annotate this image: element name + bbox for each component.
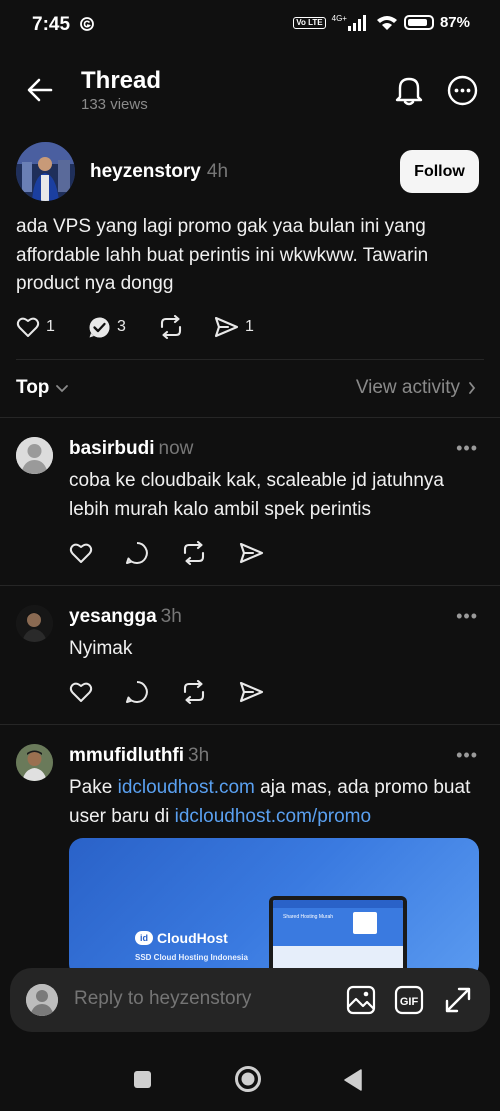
divider bbox=[0, 417, 500, 418]
system-nav-bar bbox=[0, 1040, 500, 1111]
link-preview-image[interactable]: id CloudHost SSD Cloud Hosting Indonesia… bbox=[69, 838, 479, 978]
share-button[interactable]: 1 bbox=[214, 316, 254, 338]
reply-author[interactable]: basirbudi now bbox=[69, 438, 193, 460]
repost-icon[interactable] bbox=[181, 680, 207, 704]
volte-indicator: Vo LTE bbox=[293, 16, 326, 29]
view-activity-link[interactable]: View activity bbox=[356, 377, 476, 399]
reply-time: 3h bbox=[188, 745, 210, 766]
reply-author-name[interactable]: yesangga bbox=[69, 606, 157, 627]
post-time: 4h bbox=[206, 161, 229, 182]
post-author-name[interactable]: heyzenstory bbox=[90, 161, 201, 182]
back-button[interactable] bbox=[343, 1069, 363, 1091]
post-author[interactable]: heyzenstory 4h bbox=[90, 161, 228, 183]
heart-icon bbox=[16, 317, 40, 337]
bell-icon[interactable] bbox=[394, 74, 424, 106]
reply-input[interactable] bbox=[74, 988, 334, 1010]
reply-author-name[interactable]: mmufidluthfi bbox=[69, 745, 184, 766]
reply-actions bbox=[69, 680, 264, 704]
reply-count: 3 bbox=[117, 318, 126, 335]
reply-avatar[interactable] bbox=[16, 744, 53, 781]
comment-icon[interactable] bbox=[125, 680, 149, 704]
sort-dropdown[interactable]: Top bbox=[16, 377, 69, 399]
reply-text-prefix: Pake bbox=[69, 777, 118, 798]
post-text: ada VPS yang lagi promo gak yaa bulan in… bbox=[16, 216, 429, 294]
battery-percent: 87% bbox=[439, 14, 470, 31]
reply-text: Pake idcloudhost.com aja mas, ada promo … bbox=[69, 774, 489, 831]
preview-tagline: SSD Cloud Hosting Indonesia bbox=[135, 953, 248, 962]
reply-more-icon[interactable]: ••• bbox=[456, 606, 478, 627]
link-idcloudhost-promo[interactable]: idcloudhost.com/promo bbox=[175, 806, 371, 827]
like-button[interactable]: 1 bbox=[16, 316, 88, 338]
user-avatar bbox=[26, 984, 58, 1016]
recents-button[interactable] bbox=[133, 1070, 152, 1089]
preview-brand: CloudHost bbox=[157, 930, 228, 946]
image-icon[interactable] bbox=[346, 985, 376, 1015]
back-arrow-icon[interactable] bbox=[26, 76, 54, 104]
battery-icon bbox=[403, 15, 434, 30]
page-title: Thread bbox=[81, 67, 162, 94]
repost-icon[interactable] bbox=[181, 541, 207, 565]
comment-icon[interactable] bbox=[125, 541, 149, 565]
reply-more-icon[interactable]: ••• bbox=[456, 745, 478, 766]
repost-icon bbox=[160, 315, 182, 339]
reply-time: now bbox=[158, 438, 194, 459]
expand-icon[interactable] bbox=[443, 985, 473, 1015]
reply-bubble-icon bbox=[89, 317, 110, 338]
reply-actions bbox=[69, 541, 264, 565]
author-avatar[interactable] bbox=[16, 142, 75, 201]
follow-button[interactable]: Follow bbox=[400, 150, 479, 193]
cloudhost-logo: id CloudHost bbox=[135, 930, 228, 946]
gif-icon[interactable]: GIF bbox=[394, 985, 424, 1015]
like-count: 1 bbox=[46, 318, 55, 335]
divider bbox=[0, 585, 500, 586]
reply-text: Nyimak bbox=[69, 638, 133, 659]
send-icon bbox=[214, 316, 239, 338]
signal-icon: 4G+ bbox=[331, 13, 370, 31]
laptop-screen: Shared Hosting Murah bbox=[269, 896, 407, 978]
heart-icon[interactable] bbox=[69, 681, 93, 703]
heart-icon[interactable] bbox=[69, 542, 93, 564]
more-options-icon[interactable] bbox=[447, 75, 478, 106]
repost-button[interactable] bbox=[158, 315, 214, 339]
status-time: 7:45 bbox=[32, 14, 71, 35]
status-right: Vo LTE 4G+ 87% bbox=[293, 14, 470, 31]
link-idcloudhost[interactable]: idcloudhost.com bbox=[118, 777, 255, 798]
reply-button[interactable]: 3 bbox=[88, 316, 158, 339]
send-icon[interactable] bbox=[239, 681, 264, 703]
threads-notification-icon bbox=[79, 16, 95, 32]
divider bbox=[16, 359, 484, 360]
chevron-right-icon bbox=[469, 382, 476, 394]
reply-author[interactable]: yesangga 3h bbox=[69, 606, 182, 628]
sort-label: Top bbox=[16, 377, 50, 398]
reply-time: 3h bbox=[160, 606, 182, 627]
reply-text: coba ke cloudbaik kak, scaleable jd jatu… bbox=[69, 470, 444, 520]
share-count: 1 bbox=[245, 318, 254, 335]
chevron-down-icon bbox=[56, 384, 69, 392]
send-icon[interactable] bbox=[239, 542, 264, 564]
network-type: 4G+ bbox=[331, 13, 347, 23]
home-button[interactable] bbox=[234, 1065, 262, 1093]
reply-composer: GIF bbox=[10, 968, 490, 1032]
view-activity-label: View activity bbox=[355, 377, 460, 398]
view-count: 133 views bbox=[81, 96, 148, 113]
reply-author-name[interactable]: basirbudi bbox=[69, 438, 155, 459]
reply-avatar[interactable] bbox=[16, 605, 53, 642]
svg-text:GIF: GIF bbox=[400, 996, 419, 1008]
cloud-icon: id bbox=[135, 931, 153, 945]
divider bbox=[0, 724, 500, 725]
reply-avatar[interactable] bbox=[16, 437, 53, 474]
wifi-icon bbox=[376, 15, 398, 31]
reply-more-icon[interactable]: ••• bbox=[456, 438, 478, 459]
post-actions: 1 3 1 bbox=[16, 315, 254, 339]
reply-author[interactable]: mmufidluthfi 3h bbox=[69, 745, 209, 767]
preview-screen-heading: Shared Hosting Murah bbox=[283, 914, 334, 920]
